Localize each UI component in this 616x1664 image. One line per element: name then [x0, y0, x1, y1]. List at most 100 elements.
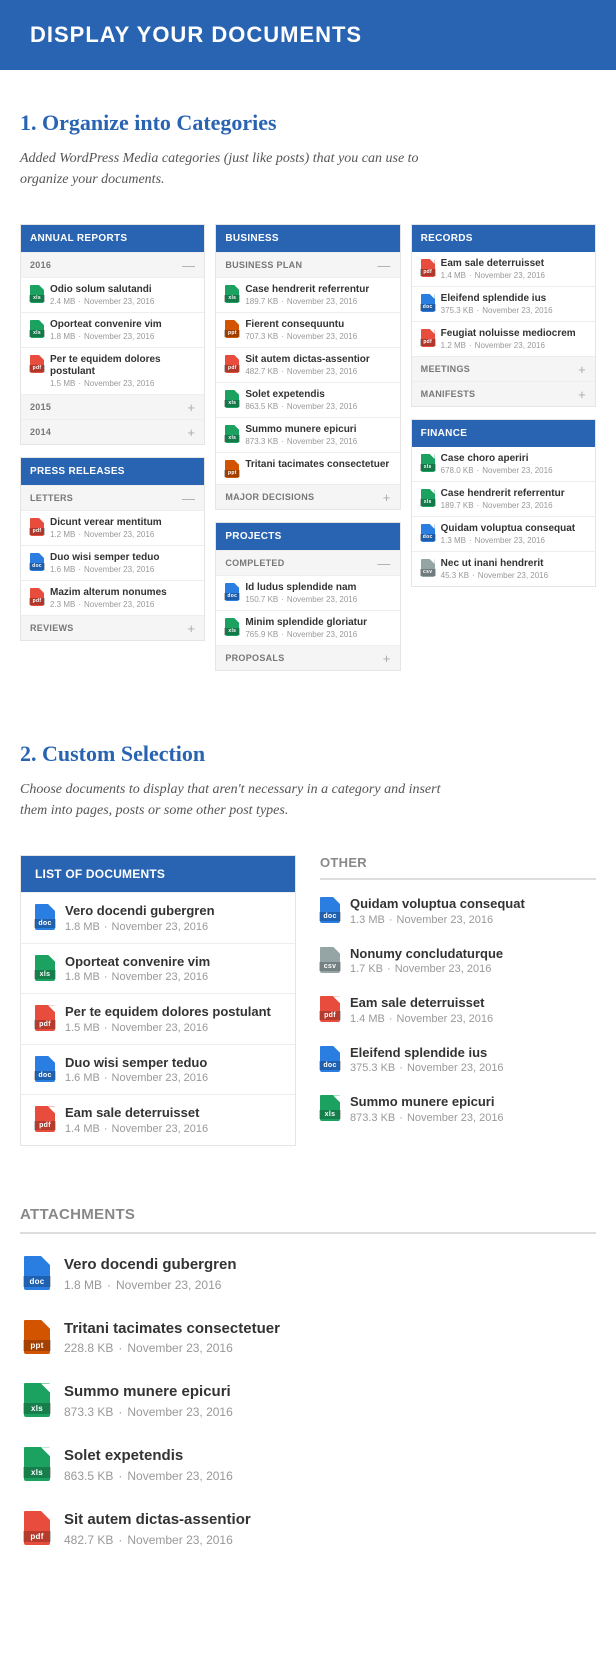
file-item[interactable]: xlsOporteat convenire vim1.8 MB·November… — [21, 943, 295, 994]
file-item[interactable]: xlsOporteat convenire vim1.8 MB·November… — [21, 312, 204, 347]
file-item[interactable]: pdfEam sale deterruisset1.4 MB·November … — [412, 252, 595, 286]
file-doc-icon: doc — [320, 1046, 340, 1072]
file-item[interactable]: pdf Sit autem dictas-assentior 482.7 KB·No… — [20, 1497, 596, 1561]
file-title: Case choro aperiri — [441, 453, 553, 465]
section2-title: 2. Custom Selection — [20, 741, 596, 767]
file-item[interactable]: xlsSummo munere epicuri873.3 KB·November… — [20, 1369, 596, 1433]
file-item[interactable]: xlsCase hendrerit referrentur189.7 KB·No… — [412, 481, 595, 516]
file-pdf-icon: pdf — [24, 1511, 50, 1545]
file-item[interactable]: xlsSolet expetendis863.5 KB·November 23,… — [216, 382, 399, 417]
file-doc-icon: doc — [421, 294, 435, 312]
other-header: OTHER — [320, 855, 596, 880]
file-item[interactable]: pdfSit autem dictas-assentior482.7 KB·No… — [216, 347, 399, 382]
plus-icon: + — [187, 624, 195, 633]
file-item[interactable]: pdfFeugiat noluisse mediocrem1.2 MB·Nove… — [412, 321, 595, 356]
file-ppt-icon: ppt — [24, 1320, 50, 1354]
file-meta: 873.3 KB·November 23, 2016 — [245, 437, 357, 446]
file-item[interactable]: docQuidam voluptua consequat1.3 MB·Novem… — [412, 516, 595, 551]
category-toggle[interactable]: 2014+ — [21, 419, 204, 444]
category-toggle[interactable]: MEETINGS+ — [412, 356, 595, 381]
file-meta: 1.2 MB·November 23, 2016 — [441, 341, 576, 350]
category-toggle[interactable]: LETTERS— — [21, 485, 204, 510]
file-title: Eam sale deterruisset — [350, 995, 493, 1011]
file-doc-icon: doc — [30, 553, 44, 571]
category-toggle[interactable]: BUSINESS PLAN— — [216, 252, 399, 277]
file-item[interactable]: pdfPer te equidem dolores postulant1.5 M… — [21, 993, 295, 1044]
file-title: Sit autem dictas-assentior — [64, 1511, 251, 1530]
file-item[interactable]: pptTritani tacimates consectetuer228.8 K… — [20, 1306, 596, 1370]
file-item[interactable]: docQuidam voluptua consequat1.3 MB·Novem… — [320, 886, 596, 936]
file-xls-icon: xls — [320, 1095, 340, 1121]
categories-grid: ANNUAL REPORTS 2016—xlsOdio solum saluta… — [20, 224, 596, 671]
file-meta: 2.4 MB·November 23, 2016 — [50, 297, 154, 306]
category-toggle[interactable]: 2015+ — [21, 394, 204, 419]
file-xls-icon: xls — [225, 425, 239, 443]
category-toggle[interactable]: COMPLETED— — [216, 550, 399, 575]
file-meta: 1.5 MB·November 23, 2016 — [50, 379, 195, 388]
file-title: Case hendrerit referrentur — [245, 284, 369, 296]
file-item[interactable]: docVero docendi gubergren1.8 MB·November… — [20, 1242, 596, 1306]
panel-header: PROJECTS — [216, 523, 399, 550]
file-item[interactable]: xlsSolet expetendis863.5 KB·November 23,… — [20, 1433, 596, 1497]
file-item[interactable]: docId ludus splendide nam150.7 KB·Novemb… — [216, 575, 399, 610]
file-item[interactable]: xlsOdio solum salutandi2.4 MB·November 2… — [21, 277, 204, 312]
file-pdf-icon: pdf — [225, 355, 239, 373]
file-item[interactable]: docVero docendi gubergren1.8 MB·November… — [21, 892, 295, 943]
file-item[interactable]: xls Summo munere epicuri873.3 KB·November… — [216, 417, 399, 452]
file-meta: 482.7 KB·November 23, 2016 — [64, 1533, 251, 1547]
file-item[interactable]: pptFierent consequuntu707.3 KB·November … — [216, 312, 399, 347]
file-xls-icon: xls — [225, 390, 239, 408]
file-item[interactable]: docDuo wisi semper teduo1.6 MB·November … — [21, 545, 204, 580]
file-meta: 1.3 MB·November 23, 2016 — [350, 914, 525, 926]
category-toggle[interactable]: 2016— — [21, 252, 204, 277]
file-title: Per te equidem dolores postulant — [50, 354, 195, 378]
file-item[interactable]: docEleifend splendide ius375.3 KB·Novemb… — [320, 1035, 596, 1085]
file-item[interactable]: xlsCase choro aperiri678.0 KB·November 2… — [412, 447, 595, 481]
attachments-list: docVero docendi gubergren1.8 MB·November… — [20, 1242, 596, 1561]
file-item[interactable]: csvNonumy concludaturque1.7 KB·November … — [320, 936, 596, 986]
file-item[interactable]: docDuo wisi semper teduo1.6 MB·November … — [21, 1044, 295, 1095]
file-item[interactable]: pdfEam sale deterruisset1.4 MB·November … — [320, 985, 596, 1035]
file-item[interactable]: pptTritani tacimates consectetuer — [216, 452, 399, 484]
file-pdf-icon: pdf — [35, 1106, 55, 1132]
file-title: Quidam voluptua consequat — [350, 896, 525, 912]
file-meta: 1.6 MB·November 23, 2016 — [50, 565, 159, 574]
category-toggle[interactable]: REVIEWS+ — [21, 615, 204, 640]
file-item[interactable]: xlsSummo munere epicuri873.3 KB·November… — [320, 1084, 596, 1134]
file-title: Oporteat convenire vim — [50, 319, 162, 331]
file-item[interactable]: pdfMazim alterum nonumes2.3 MB·November … — [21, 580, 204, 615]
file-item[interactable]: xls Case hendrerit referrentur189.7 KB·No… — [216, 277, 399, 312]
panel-header: FINANCE — [412, 420, 595, 447]
category-toggle[interactable]: MAJOR DECISIONS+ — [216, 484, 399, 509]
file-csv-icon: csv — [421, 559, 435, 577]
file-xls-icon: xls — [421, 489, 435, 507]
plus-icon: + — [187, 403, 195, 412]
file-meta: 375.3 KB·November 23, 2016 — [441, 306, 553, 315]
file-item[interactable]: pdfPer te equidem dolores postulant1.5 M… — [21, 347, 204, 394]
file-item[interactable]: csvNec ut inani hendrerit45.3 KB·Novembe… — [412, 551, 595, 586]
minus-icon: — — [182, 261, 195, 270]
file-xls-icon: xls — [225, 285, 239, 303]
file-title: Quidam voluptua consequat — [441, 523, 575, 535]
banner-title: DISPLAY YOUR DOCUMENTS — [30, 22, 586, 48]
panel-header: PRESS RELEASES — [21, 458, 204, 485]
file-title: Id ludus splendide nam — [245, 582, 357, 594]
file-meta: 45.3 KB·November 23, 2016 — [441, 571, 548, 580]
category-toggle[interactable]: PROPOSALS+ — [216, 645, 399, 670]
file-xls-icon: xls — [225, 618, 239, 636]
file-item[interactable]: docEleifend splendide ius375.3 KB·Novemb… — [412, 286, 595, 321]
file-meta: 678.0 KB·November 23, 2016 — [441, 466, 553, 475]
file-meta: 1.4 MB·November 23, 2016 — [441, 271, 545, 280]
file-item[interactable]: pdfEam sale deterruisset1.4 MB·November … — [21, 1094, 295, 1145]
file-title: Nonumy concludaturque — [350, 946, 503, 962]
category-toggle[interactable]: MANIFESTS+ — [412, 381, 595, 406]
section1-desc: Added WordPress Media categories (just l… — [20, 148, 460, 190]
file-pdf-icon: pdf — [30, 518, 44, 536]
file-meta: 189.7 KB·November 23, 2016 — [245, 297, 369, 306]
file-item[interactable]: pdfDicunt verear mentitum1.2 MB·November… — [21, 510, 204, 545]
file-title: Oporteat convenire vim — [65, 954, 210, 970]
file-item[interactable]: xlsMinim splendide gloriatur765.9 KB·Nov… — [216, 610, 399, 645]
file-pdf-icon: pdf — [35, 1005, 55, 1031]
file-title: Summo munere epicuri — [245, 424, 357, 436]
panel-records: RECORDS pdfEam sale deterruisset1.4 MB·N… — [411, 224, 596, 407]
